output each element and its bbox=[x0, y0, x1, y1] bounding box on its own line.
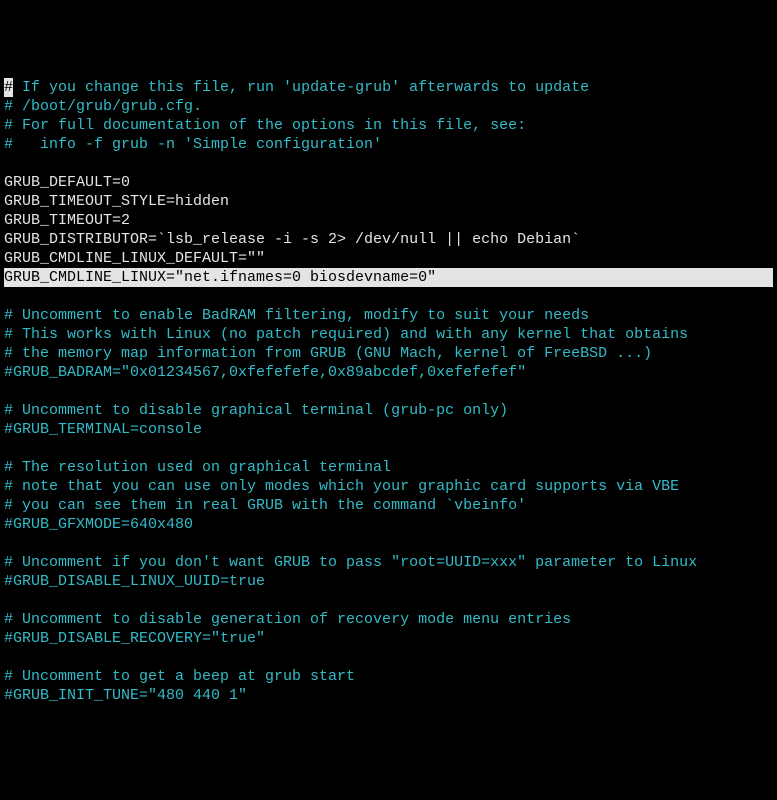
file-line: # Uncomment to enable BadRAM filtering, … bbox=[4, 306, 775, 325]
file-line: #GRUB_GFXMODE=640x480 bbox=[4, 515, 775, 534]
file-line: #GRUB_BADRAM="0x01234567,0xfefefefe,0x89… bbox=[4, 363, 775, 382]
file-line: #GRUB_DISABLE_LINUX_UUID=true bbox=[4, 572, 775, 591]
file-line: # If you change this file, run 'update-g… bbox=[4, 78, 775, 97]
line-text: If you change this file, run 'update-gru… bbox=[13, 79, 589, 96]
file-line bbox=[4, 648, 775, 667]
file-line: # info -f grub -n 'Simple configuration' bbox=[4, 135, 775, 154]
file-line: # Uncomment to disable graphical termina… bbox=[4, 401, 775, 420]
file-line bbox=[4, 154, 775, 173]
file-line: # This works with Linux (no patch requir… bbox=[4, 325, 775, 344]
file-line bbox=[4, 382, 775, 401]
file-line: # Uncomment to get a beep at grub start bbox=[4, 667, 775, 686]
file-line: # note that you can use only modes which… bbox=[4, 477, 775, 496]
file-line: GRUB_TIMEOUT_STYLE=hidden bbox=[4, 192, 775, 211]
file-line bbox=[4, 591, 775, 610]
file-line: # Uncomment if you don't want GRUB to pa… bbox=[4, 553, 775, 572]
file-line: # The resolution used on graphical termi… bbox=[4, 458, 775, 477]
file-line-highlighted: GRUB_CMDLINE_LINUX="net.ifnames=0 biosde… bbox=[4, 268, 773, 287]
file-line: # /boot/grub/grub.cfg. bbox=[4, 97, 775, 116]
file-line: # For full documentation of the options … bbox=[4, 116, 775, 135]
terminal-editor[interactable]: # If you change this file, run 'update-g… bbox=[4, 78, 775, 705]
file-line bbox=[4, 287, 775, 306]
file-line: # you can see them in real GRUB with the… bbox=[4, 496, 775, 515]
file-line: GRUB_DEFAULT=0 bbox=[4, 173, 775, 192]
file-line: #GRUB_INIT_TUNE="480 440 1" bbox=[4, 686, 775, 705]
file-line: GRUB_CMDLINE_LINUX_DEFAULT="" bbox=[4, 249, 775, 268]
file-line: # the memory map information from GRUB (… bbox=[4, 344, 775, 363]
file-line: #GRUB_DISABLE_RECOVERY="true" bbox=[4, 629, 775, 648]
file-line: # Uncomment to disable generation of rec… bbox=[4, 610, 775, 629]
cursor: # bbox=[4, 78, 13, 97]
file-line: #GRUB_TERMINAL=console bbox=[4, 420, 775, 439]
file-line bbox=[4, 439, 775, 458]
file-line bbox=[4, 534, 775, 553]
file-line: GRUB_TIMEOUT=2 bbox=[4, 211, 775, 230]
file-line: GRUB_DISTRIBUTOR=`lsb_release -i -s 2> /… bbox=[4, 230, 775, 249]
